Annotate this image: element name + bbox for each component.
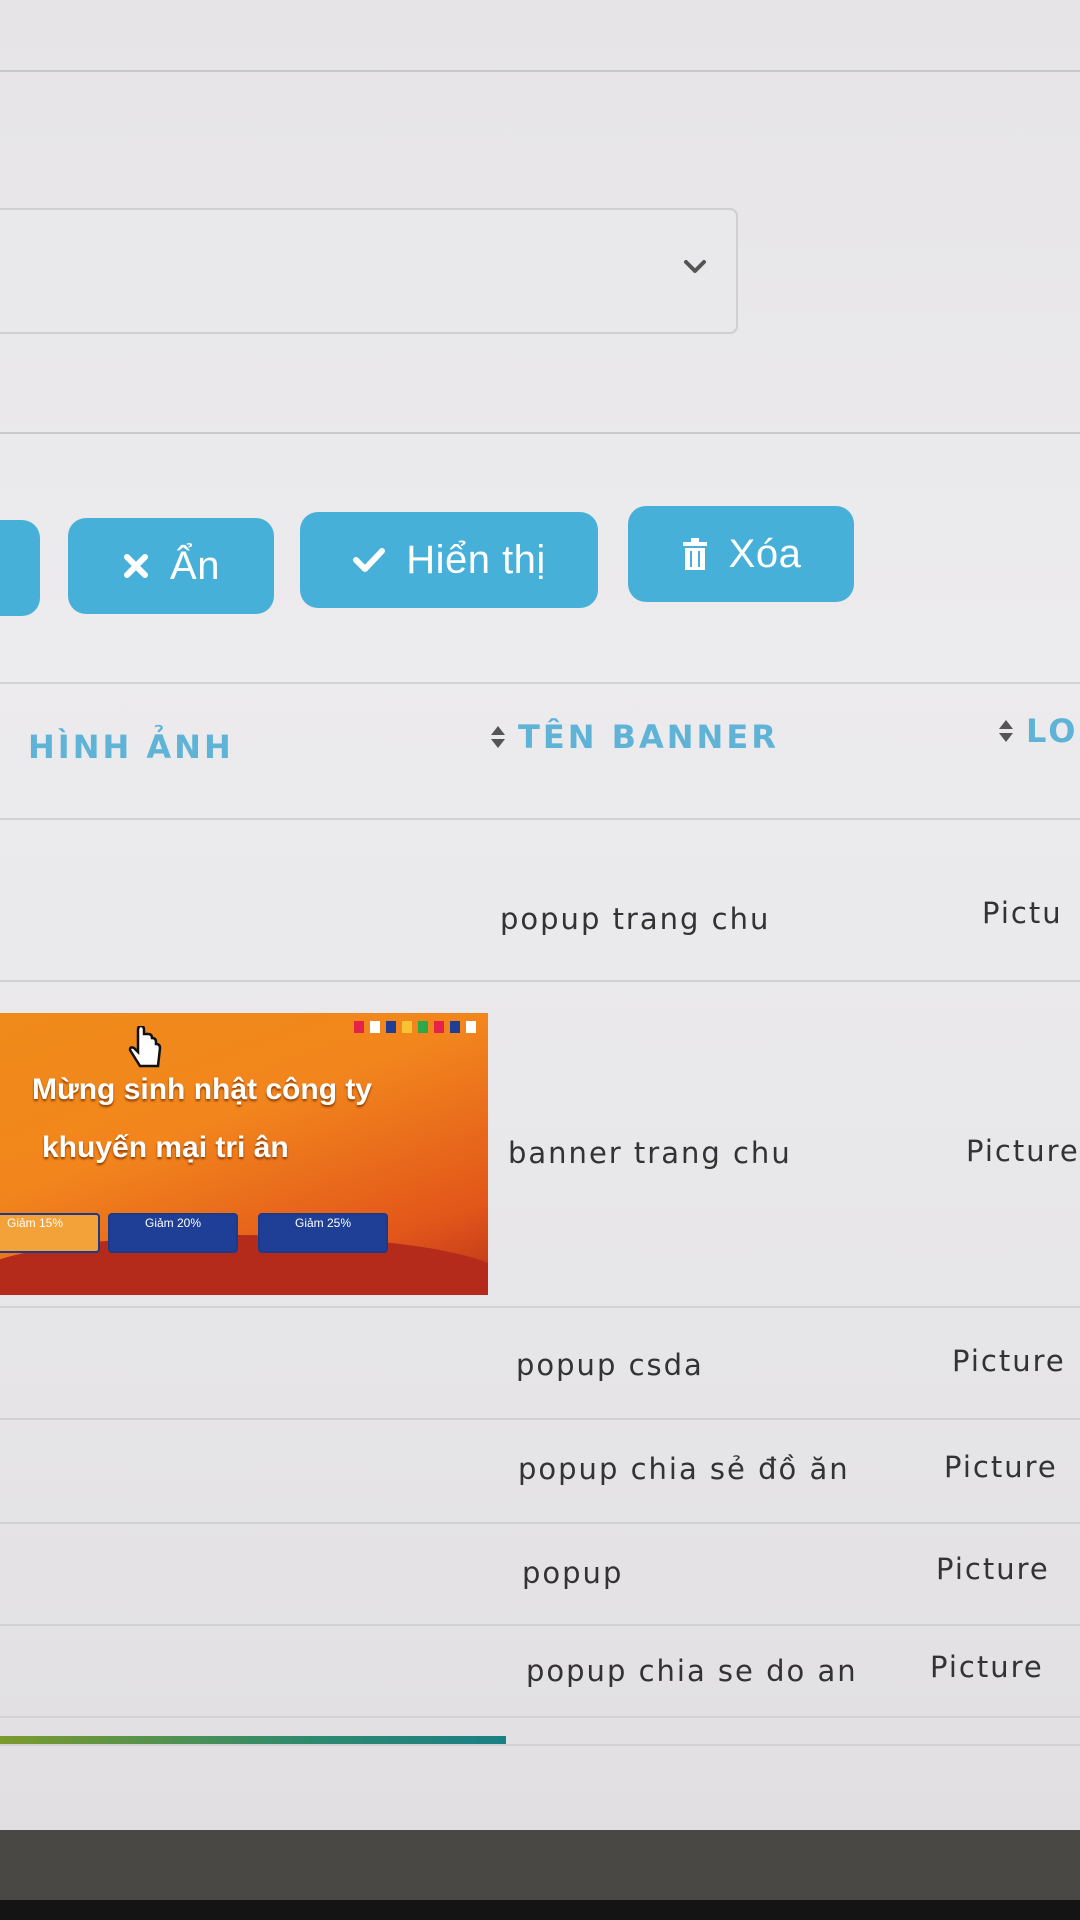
partial-action-button[interactable] [0,520,40,616]
horizontal-scrollbar[interactable] [0,1736,506,1744]
trash-icon [681,538,709,570]
banner-title-line2: khuyến mại tri ân [42,1131,289,1164]
hide-button-label: Ẩn [170,543,220,588]
table-row-name: popup chia sẻ đồ ăn [518,1452,850,1486]
table-row-type: Picture [930,1650,1044,1684]
sort-icon [491,726,505,748]
table-row-type: Picture [944,1450,1058,1484]
row-divider [0,1522,1080,1524]
show-button[interactable]: Hiển thị [300,512,598,608]
delete-button-label: Xóa [728,531,802,576]
table-row-type: Picture [936,1552,1050,1586]
table-row-type: Pictu [982,896,1063,930]
table-row-name: banner trang chu [508,1136,792,1170]
table-row-type: Picture [952,1344,1066,1378]
table-bottom-border [0,1744,1080,1746]
section-divider [0,432,1080,434]
table-row-type: Picture [966,1134,1080,1168]
hand-cursor-icon [128,1026,162,1068]
coupon-20: Giảm 20% [108,1213,238,1253]
column-header-type[interactable]: LO [998,712,1078,750]
check-icon [352,546,386,574]
hide-button[interactable]: Ẩn [68,518,274,614]
filter-select[interactable] [0,208,738,334]
close-icon [122,552,150,580]
table-row-name: popup trang chu [500,902,771,936]
bunting-decoration [354,1021,476,1033]
row-divider [0,1624,1080,1626]
header-bottom-border [0,818,1080,820]
table-row-name: popup csda [516,1348,704,1382]
coupon-25: Giảm 25% [258,1213,388,1253]
table-row-name: popup chia se do an [526,1654,858,1688]
chevron-down-icon [684,260,706,273]
banner-thumbnail[interactable]: Mừng sinh nhật công ty khuyến mại tri ân… [0,1013,488,1295]
delete-button[interactable]: Xóa [628,506,854,602]
coupon-15: Giảm 15% [0,1213,100,1253]
table-row-name: popup [522,1556,624,1590]
screen: Ẩn Hiển thị Xóa HÌNH ẢNH TÊN BANNER LO p… [0,0,1080,1830]
top-divider [0,70,1080,72]
banner-title-line1: Mừng sinh nhật công ty [32,1073,373,1106]
column-header-image: HÌNH ẢNH [28,728,234,766]
row-divider [0,1418,1080,1420]
row-divider [0,1306,1080,1308]
row-divider [0,980,1080,982]
row-divider [0,1716,1080,1718]
sort-icon [999,720,1013,742]
column-header-banner-name[interactable]: TÊN BANNER [490,718,779,756]
show-button-label: Hiển thị [406,537,546,582]
table-top-border [0,682,1080,684]
monitor-bezel-edge [0,1900,1080,1920]
